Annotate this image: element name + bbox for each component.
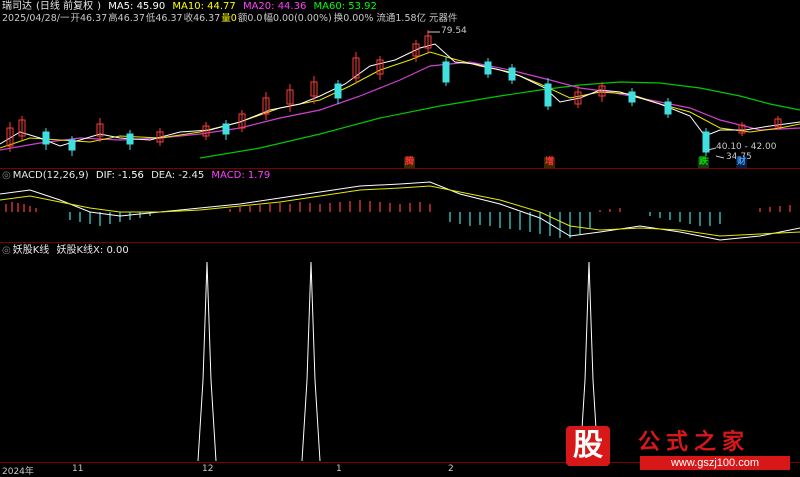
logo-text: 公式之家 [638,430,751,455]
date-tick: 1 [336,464,342,474]
chart-canvas [0,30,800,462]
signal-marker-zeng[interactable]: 增 [544,157,556,168]
pane-separator-1 [0,168,800,169]
date-tick: 2 [448,464,454,474]
indicator-value: 妖股K线X: 0.00 [56,245,129,256]
indicator-name: 妖股K线 [12,245,50,256]
macd-histogram [5,200,791,238]
ma20-line [0,61,800,151]
macd-dea: DEA: -2.45 [151,170,205,181]
indicator-spikes [197,261,599,462]
signal-marker-cai[interactable]: 财 [736,157,748,168]
date-tick: 12 [202,464,214,474]
ma10-line [0,51,800,149]
date-tick: 11 [72,464,84,474]
pane-separator-2 [0,242,800,243]
macd-dif: DIF: -1.56 [95,170,144,181]
logo-url: www.gszj100.com [640,456,790,470]
ma5-line [0,43,800,147]
indicator-header: ◎ 妖股K线 妖股K线X: 0.00 [2,245,133,257]
candlesticks [6,30,782,156]
date-tick: 2024年 [2,467,34,477]
signal-marker-die[interactable]: 跌 [698,157,710,168]
watermark-logo: 股 公式之家 www.gszj100.com [560,420,800,476]
macd-value: MACD: 1.79 [211,170,271,181]
collapse-icon[interactable]: ◎ [2,170,11,181]
macd-name: MACD(12,26,9) [12,170,89,181]
high-price-annotation: 79.54 [441,26,467,36]
range-annotation: 40.10 - 42.00 [716,142,777,152]
signal-marker-teng[interactable]: 腾 [404,157,416,168]
collapse-icon-2[interactable]: ◎ [2,245,11,256]
logo-badge: 股 [566,426,610,466]
macd-header: ◎ MACD(12,26,9) DIF: -1.56 DEA: -2.45 MAC… [2,170,274,182]
